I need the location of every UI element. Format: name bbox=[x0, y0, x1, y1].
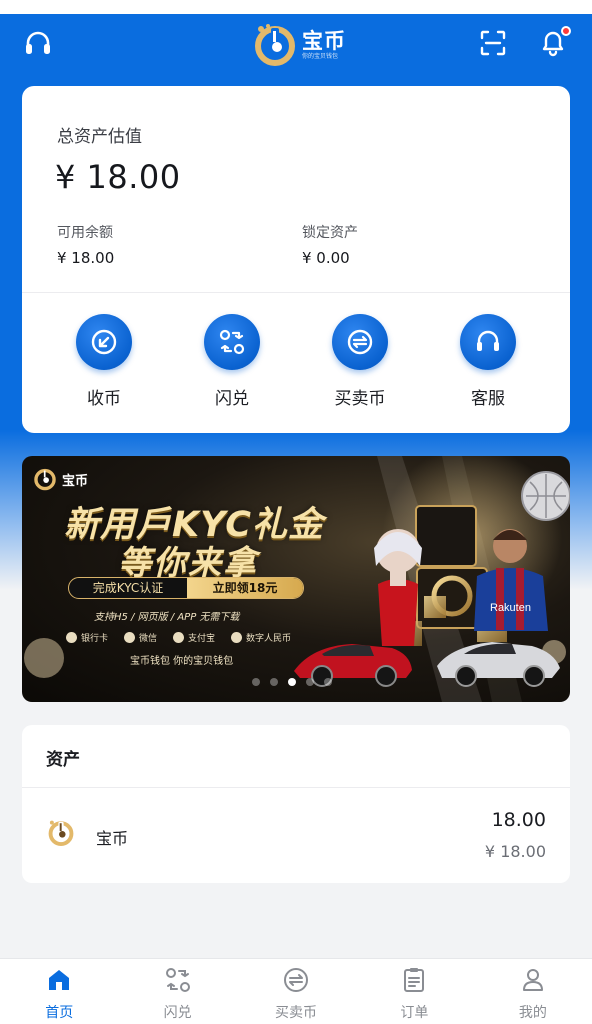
home-icon bbox=[49, 970, 70, 990]
notification-badge bbox=[561, 26, 571, 36]
brand-logo: 宝币 你的宝贝钱包 bbox=[252, 20, 346, 70]
holding-name: 宝币 bbox=[96, 829, 129, 848]
tab-orders[interactable]: 订单 bbox=[355, 959, 473, 1024]
banner-tagline: 宝币钱包 你的宝贝钱包 bbox=[130, 656, 234, 667]
locked-assets-label: 锁定资产 bbox=[302, 225, 358, 241]
receive-label: 收币 bbox=[87, 389, 121, 409]
receive-button[interactable]: 收币 bbox=[49, 314, 159, 414]
banner-brand-text: 宝币 bbox=[62, 473, 89, 489]
payment-alipay: 支付宝 bbox=[173, 631, 215, 644]
asset-summary-card: 总资产估值 ¥ 18.00 可用余额 ¥ 18.00 锁定资产 ¥ 0.00 收… bbox=[22, 86, 570, 433]
wechat-icon bbox=[124, 632, 136, 643]
swap-button[interactable]: 闪兑 bbox=[177, 314, 287, 414]
swap-icon bbox=[165, 968, 190, 992]
support-label: 客服 bbox=[471, 389, 505, 409]
holdings-title: 资产 bbox=[46, 750, 80, 770]
kyc-pill: 完成KYC认证 立即领18元 bbox=[68, 577, 304, 599]
card-divider bbox=[22, 292, 570, 293]
payment-wechat: 微信 bbox=[124, 631, 157, 644]
total-assets-label: 总资产估值 bbox=[57, 127, 142, 147]
profile-icon bbox=[522, 969, 543, 991]
trade-button[interactable]: 买卖币 bbox=[305, 314, 415, 414]
locked-assets-value: ¥ 0.00 bbox=[302, 249, 350, 267]
banner-support-text: 支持H5 / 网页版 / APP 无需下载 bbox=[94, 612, 240, 623]
support-button[interactable]: 客服 bbox=[433, 314, 543, 414]
total-assets-value: ¥ 18.00 bbox=[55, 158, 181, 196]
tab-profile[interactable]: 我的 bbox=[474, 959, 592, 1024]
tab-orders-label: 订单 bbox=[400, 1005, 429, 1021]
alipay-icon bbox=[173, 632, 185, 643]
tab-profile-label: 我的 bbox=[518, 1005, 547, 1021]
carousel-dot[interactable] bbox=[270, 678, 278, 686]
brand-title: 宝币 bbox=[302, 29, 346, 53]
holdings-divider bbox=[22, 787, 570, 788]
tab-home[interactable]: 首页 bbox=[0, 959, 118, 1024]
status-bar bbox=[0, 0, 592, 14]
ecny-icon bbox=[231, 632, 243, 643]
kyc-complete-text: 完成KYC认证 bbox=[92, 581, 164, 595]
bottom-tab-bar: 首页 闪兑 买卖币 订单 我的 bbox=[0, 958, 592, 1024]
trade-label: 买卖币 bbox=[334, 389, 386, 409]
swap-label: 闪兑 bbox=[215, 389, 249, 409]
top-bar: 宝币 你的宝贝钱包 bbox=[0, 14, 592, 76]
kyc-claim-text: 立即领18元 bbox=[187, 578, 303, 598]
quick-actions: 收币 闪兑 买卖币 客服 bbox=[22, 314, 570, 414]
carousel-indicator bbox=[252, 678, 332, 686]
orders-icon bbox=[404, 968, 425, 992]
carousel-dot-active[interactable] bbox=[288, 678, 296, 686]
promo-banner[interactable]: Rakuten 宝币 新用戶KYC礼金 等你来拿 完成KYC认证 立即领18元 … bbox=[22, 456, 570, 702]
tab-trade-label: 买卖币 bbox=[275, 1005, 318, 1021]
tab-home-label: 首页 bbox=[45, 1005, 74, 1021]
holding-amount: 18.00 bbox=[491, 809, 546, 831]
holding-value: ¥ 18.00 bbox=[484, 842, 546, 861]
carousel-dot[interactable] bbox=[252, 678, 260, 686]
swap-icon bbox=[219, 329, 245, 355]
svg-text:Rakuten: Rakuten bbox=[490, 602, 531, 614]
scan-icon[interactable] bbox=[478, 28, 508, 58]
receive-icon bbox=[91, 329, 117, 355]
tab-swap[interactable]: 闪兑 bbox=[118, 959, 236, 1024]
available-balance-label: 可用余额 bbox=[57, 225, 113, 241]
tab-swap-label: 闪兑 bbox=[163, 1005, 192, 1021]
baobi-coin-icon bbox=[48, 820, 74, 847]
headset-icon[interactable] bbox=[22, 28, 54, 60]
banner-brand: 宝币 bbox=[32, 466, 88, 492]
trade-icon bbox=[284, 968, 309, 992]
baobi-logo-icon bbox=[255, 24, 295, 66]
carousel-dot[interactable] bbox=[324, 678, 332, 686]
payment-bank-card: 银行卡 bbox=[66, 631, 108, 644]
available-balance-value: ¥ 18.00 bbox=[57, 249, 115, 267]
payment-methods: 银行卡 微信 支付宝 数字人民币 bbox=[66, 631, 291, 644]
brand-subtitle: 你的宝贝钱包 bbox=[302, 53, 339, 60]
bank-card-icon bbox=[66, 632, 77, 643]
baobi-logo-icon bbox=[34, 468, 56, 491]
tab-trade[interactable]: 买卖币 bbox=[237, 959, 355, 1024]
headset-icon bbox=[477, 330, 499, 351]
payment-ecny: 数字人民币 bbox=[231, 631, 291, 644]
carousel-dot[interactable] bbox=[306, 678, 314, 686]
holdings-card: 资产 宝币 18.00 ¥ 18.00 bbox=[22, 725, 570, 883]
trade-icon bbox=[347, 329, 373, 355]
